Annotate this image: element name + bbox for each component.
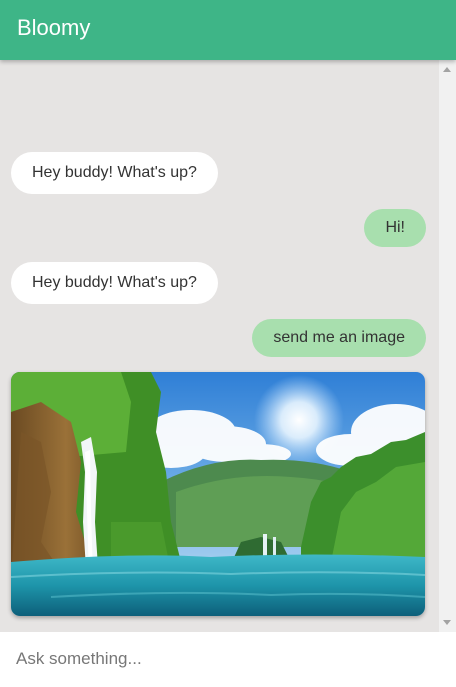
waterfall-landscape-image	[11, 372, 425, 616]
app-header: Bloomy	[0, 0, 456, 60]
chat-scrollbar[interactable]	[439, 60, 456, 632]
app-title: Bloomy	[17, 15, 91, 40]
user-message: Hi!	[364, 209, 426, 247]
scroll-up-arrow-icon[interactable]	[443, 67, 451, 72]
message-input[interactable]	[16, 644, 436, 674]
bot-image-message[interactable]	[11, 372, 425, 616]
input-bar	[0, 632, 456, 687]
scroll-down-arrow-icon[interactable]	[443, 620, 451, 625]
user-message: send me an image	[252, 319, 426, 357]
chat-area[interactable]: Hey buddy! What's up? Hi! Hey buddy! Wha…	[0, 60, 439, 632]
bot-message: Hey buddy! What's up?	[11, 152, 218, 194]
bot-message: Hey buddy! What's up?	[11, 262, 218, 304]
